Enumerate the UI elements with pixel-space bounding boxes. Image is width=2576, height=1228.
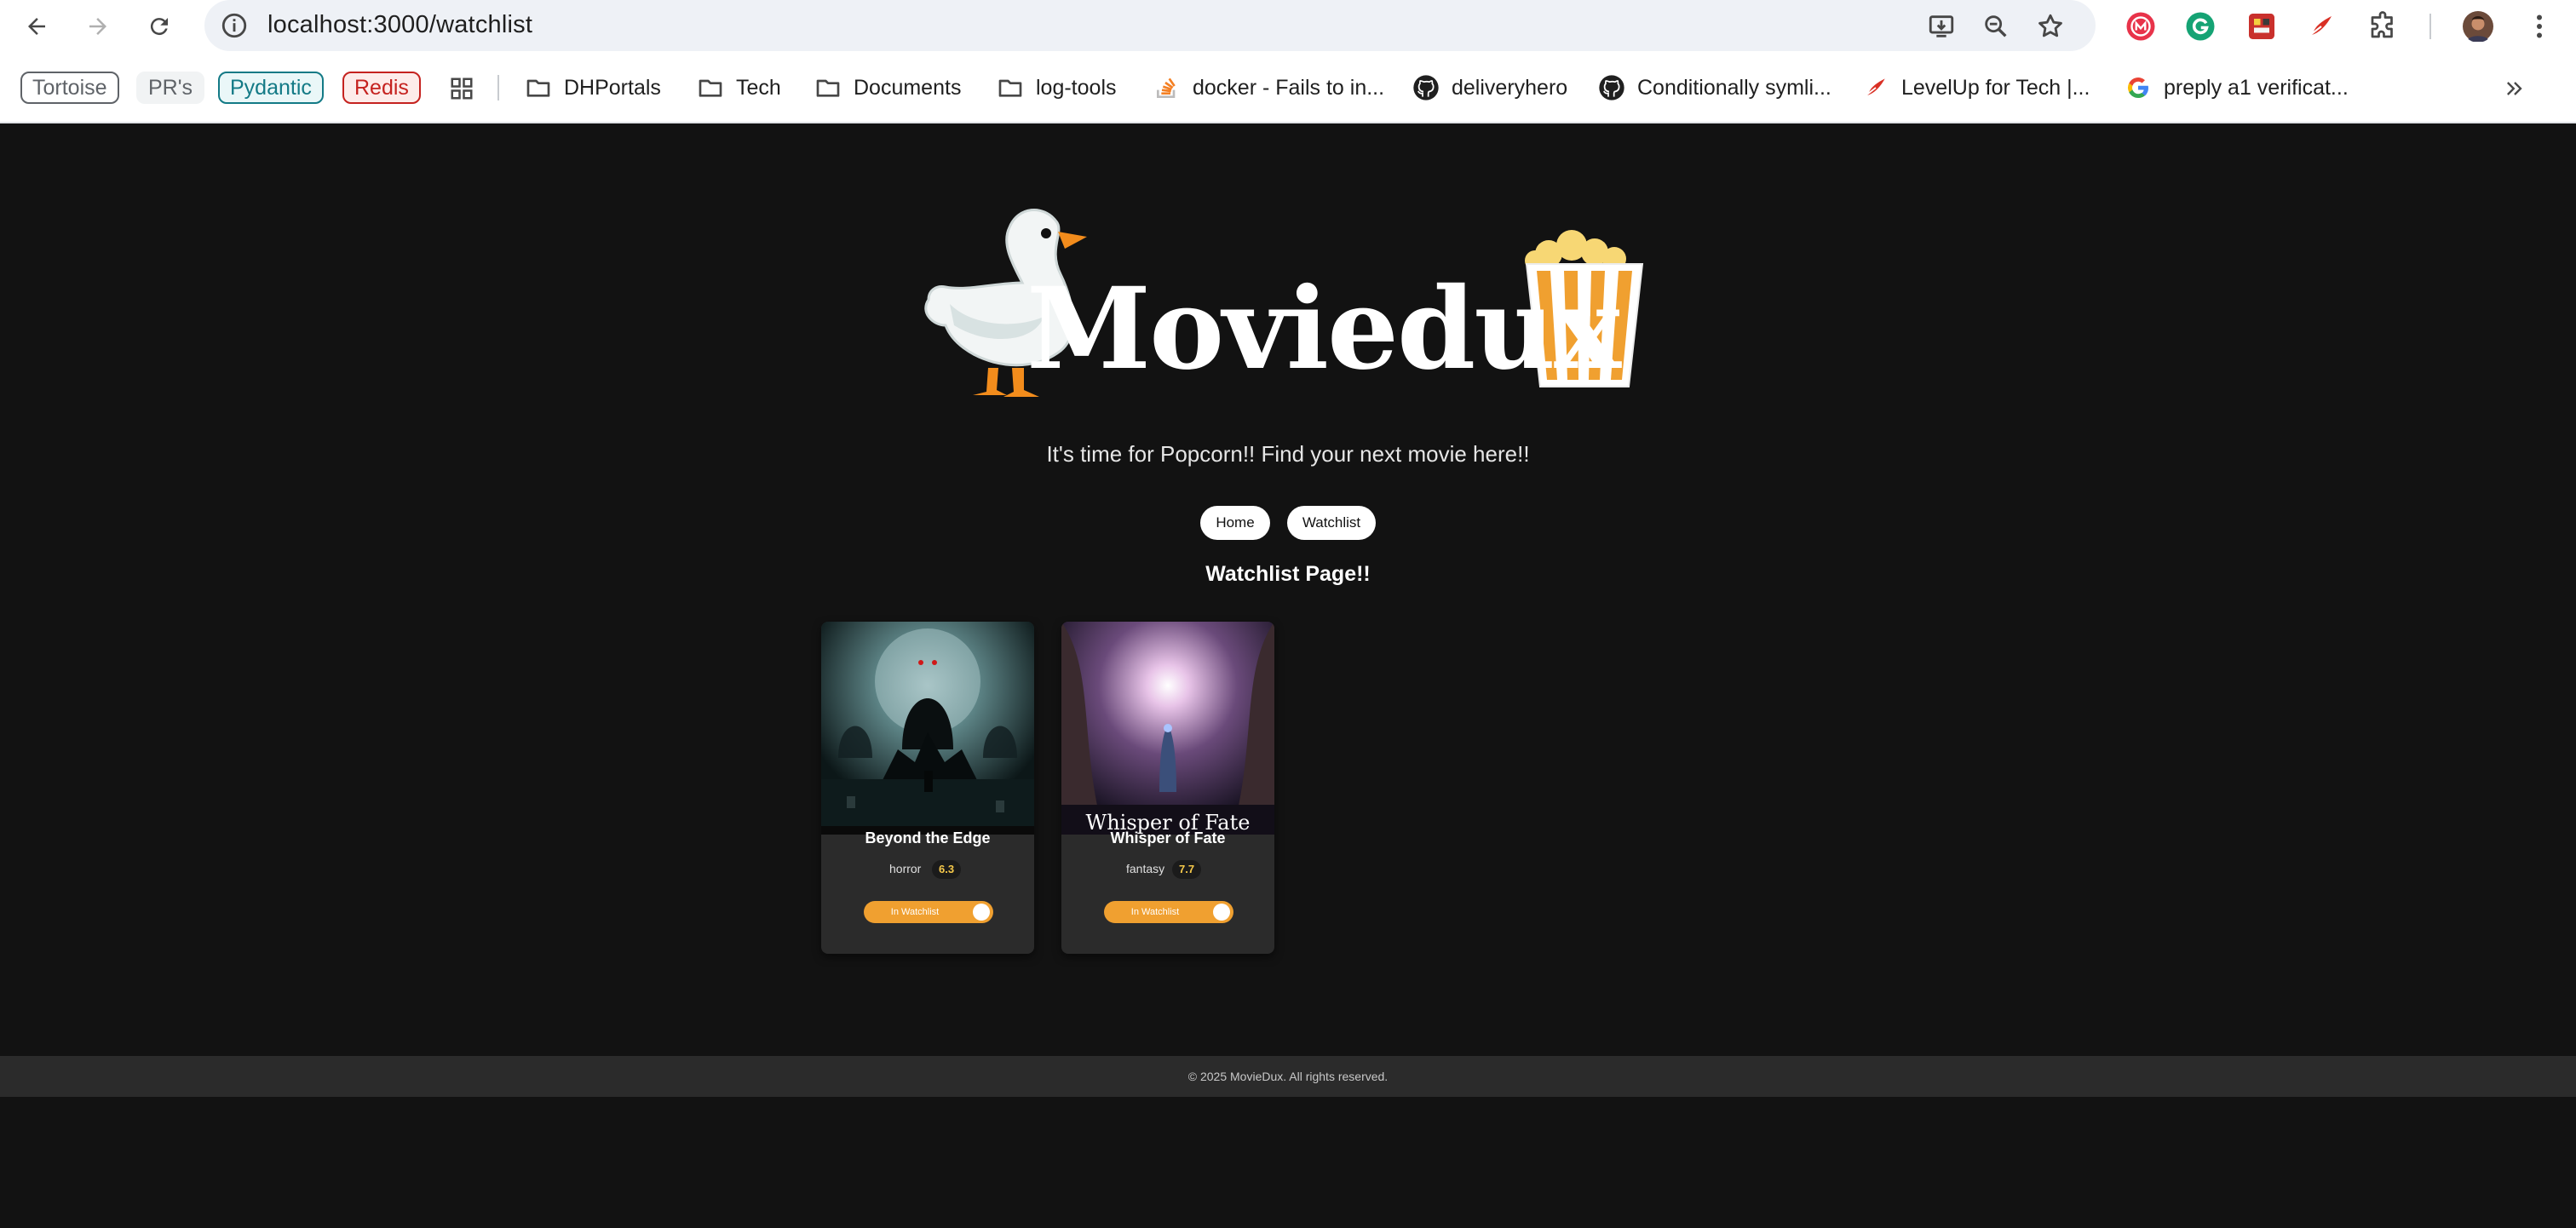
github-icon [1599,75,1624,100]
browser-menu-button[interactable] [2523,10,2556,43]
arrow-right-icon [89,18,106,35]
bookmark-label: preply a1 verificat... [2164,75,2349,100]
folder-icon [998,79,1022,97]
bookmark-label: Documents [854,75,962,100]
reload-icon [150,18,168,36]
bookmark-label: docker - Fails to in... [1193,75,1385,100]
github-icon [1413,75,1439,100]
movie-poster [821,622,1034,835]
star-icon [2038,14,2062,37]
red-feather-icon [2309,16,2332,37]
folder-icon [699,79,722,97]
bookmark-conditionally[interactable]: Conditionally symli... [1598,70,1831,106]
m-extension-icon [2126,12,2155,41]
bookmarks-divider [497,75,499,100]
bookmark-log-tools[interactable]: log-tools [997,70,1117,106]
movie-card-beyond-the-edge[interactable]: Beyond the Edge horror 6.3 In Watchlist [821,622,1034,954]
nav-home-button[interactable]: Home [1200,506,1270,540]
watchlist-toggle-label: In Watchlist [890,907,940,917]
zoom-out-icon [1985,15,2007,37]
tagline: It's time for Popcorn!! Find your next m… [1046,441,1530,467]
watchlist-toggle[interactable]: In Watchlist [864,901,993,923]
browser-toolbar: localhost:3000/watchlist [0,0,2576,53]
bookmark-tech[interactable]: Tech [697,70,781,106]
toolbar-divider [2429,14,2431,39]
extension-pixel-button[interactable] [2245,10,2278,43]
browser-chrome: localhost:3000/watchlist Tortoise PR's P… [0,0,2576,123]
movie-genre: fantasy [1126,862,1165,875]
extensions-menu-button[interactable] [2366,10,2399,43]
puzzle-icon [2371,11,2393,38]
bookmark-chip-pydantic[interactable]: Pydantic [218,72,324,104]
page-footer: © 2025 MovieDux. All rights reserved. [0,1056,2576,1097]
bookmark-levelup[interactable]: LevelUp for Tech |... [1862,70,2090,106]
install-icon [1929,15,1954,37]
bookmark-dhportals[interactable]: DHPortals [525,70,661,106]
arrow-left-icon [28,18,45,35]
bookmark-preply[interactable]: preply a1 verificat... [2125,70,2349,106]
grammarly-icon [2186,12,2215,41]
bookmarks-bar: Tortoise PR's Pydantic Redis DHPortals T… [0,60,2576,116]
more-vertical-icon [2537,14,2542,38]
bookmark-deliveryhero[interactable]: deliveryhero [1412,70,1567,106]
logo-title: Moviedux [1026,263,1621,395]
bookmark-documents[interactable]: Documents [814,70,961,106]
bookmark-label: Tech [736,75,781,100]
bookmark-chip-redis[interactable]: Redis [342,72,421,104]
extension-m-button[interactable] [2125,10,2157,43]
back-button[interactable] [17,7,56,46]
movie-card-whisper-of-fate[interactable]: Whisper of Fate Whisper of Fate fantasy … [1061,622,1274,954]
avatar [2463,11,2493,42]
page-content: Moviedux It's time for Popcorn!! Find yo… [0,124,2576,1228]
toggle-knob [973,904,990,921]
bookmark-label: Conditionally symli... [1637,75,1831,100]
rating-badge: 6.3 [932,860,962,879]
bookmark-label: DHPortals [564,75,661,100]
chevron-double-right-icon [2507,82,2522,95]
install-app-button[interactable] [1925,10,1958,43]
forward-button[interactable] [78,7,118,46]
watchlist-toggle-label: In Watchlist [1130,907,1180,917]
extension-red-button[interactable] [2305,10,2337,43]
folder-icon [526,79,550,97]
google-icon [2128,77,2149,98]
pixel-game-icon [2249,14,2274,39]
grid-icon [451,77,473,100]
more-bookmarks-button[interactable] [2499,73,2530,104]
bookmark-docker[interactable]: docker - Fails to in... [1153,70,1384,106]
info-icon[interactable] [220,11,249,40]
zoom-button[interactable] [1980,10,2012,43]
page-title: Watchlist Page!! [1205,562,1371,586]
url-text[interactable]: localhost:3000/watchlist [267,11,532,39]
profile-button[interactable] [2462,10,2494,43]
toggle-knob [1213,904,1230,921]
bookmark-label: LevelUp for Tech |... [1901,75,2090,100]
nav-watchlist-button[interactable]: Watchlist [1287,506,1376,540]
bookmark-chip-tortoise[interactable]: Tortoise [20,72,119,104]
apps-button[interactable] [445,72,479,106]
address-bar[interactable]: localhost:3000/watchlist [204,0,2096,51]
reload-button[interactable] [140,7,179,46]
movie-title: Whisper of Fate [1110,829,1226,846]
extension-grammarly-button[interactable] [2184,10,2217,43]
stackoverflow-icon [1157,77,1176,98]
bookmark-chip-prs[interactable]: PR's [136,72,205,104]
rating-badge: 7.7 [1172,860,1202,879]
bookmark-star-button[interactable] [2034,10,2067,43]
movie-title: Beyond the Edge [865,829,991,846]
movie-genre: horror [889,862,922,875]
bookmark-label: log-tools [1036,75,1117,100]
levelup-icon [1865,78,1885,97]
folder-icon [816,79,840,97]
watchlist-toggle[interactable]: In Watchlist [1104,901,1233,923]
bookmark-label: deliveryhero [1452,75,1568,100]
movie-poster: Whisper of Fate [1061,622,1274,835]
